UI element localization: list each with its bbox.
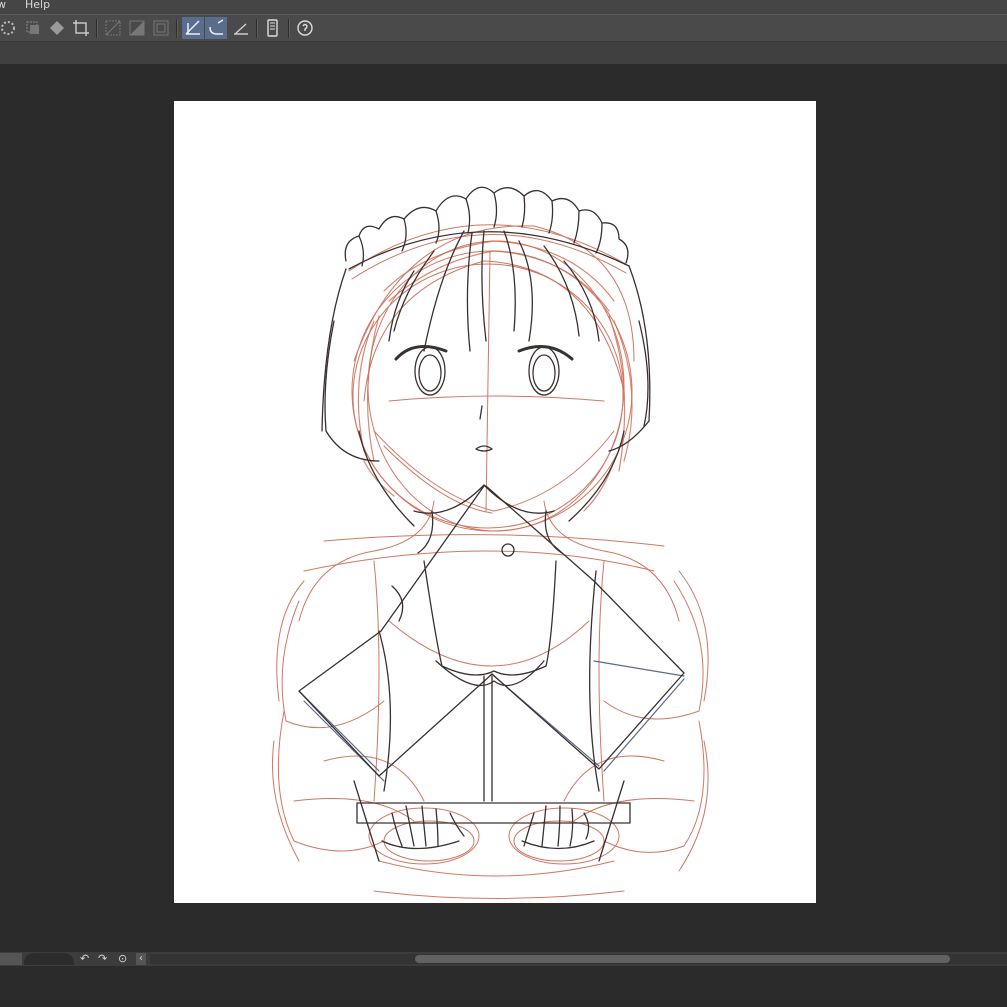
menu-item-window[interactable]: w: [0, 0, 6, 11]
cursor-marker: [501, 543, 515, 557]
help-icon[interactable]: [294, 17, 316, 39]
canvas-status-bar: ↶ ↷ ⊙ ‹: [0, 952, 1007, 966]
selection-spin-icon[interactable]: [0, 17, 19, 39]
command-toolbar: [0, 14, 1007, 42]
horizontal-scrollbar-thumb[interactable]: [415, 955, 950, 963]
collapse-arrow-icon[interactable]: ‹: [136, 953, 146, 965]
snap-special-ruler-icon[interactable]: [205, 17, 227, 39]
ruler-gradient-icon[interactable]: [126, 17, 148, 39]
navigator-thumbnail[interactable]: [24, 953, 74, 965]
drawing-canvas[interactable]: [174, 101, 816, 903]
toolbar-separator: [96, 19, 98, 38]
menu-bar: w Help: [0, 0, 1007, 14]
device-panel-icon[interactable]: [261, 17, 283, 39]
zoom-field[interactable]: [0, 953, 22, 965]
transform-crop-icon[interactable]: [70, 17, 92, 39]
reset-rotation-icon[interactable]: ⊙: [118, 953, 127, 965]
snap-ruler-icon[interactable]: [182, 17, 204, 39]
snap-grid-icon[interactable]: [230, 17, 252, 39]
line-art-layer: [298, 186, 685, 862]
rough-sketch-layer: [271, 224, 709, 899]
menu-item-help[interactable]: Help: [25, 0, 50, 11]
sketch-drawing: [271, 186, 709, 899]
rotate-right-icon[interactable]: ↷: [98, 953, 107, 965]
toolbar-separator: [176, 19, 178, 38]
rotate-left-icon[interactable]: ↶: [80, 953, 89, 965]
fill-bucket-icon[interactable]: [46, 17, 68, 39]
bottom-panel: [0, 966, 1007, 1007]
toolbar-separator: [256, 19, 258, 38]
tool-property-bar: [0, 42, 1007, 64]
ruler-grid-icon[interactable]: [102, 17, 124, 39]
hair-sketch-layer: [357, 240, 633, 512]
toolbar-separator: [288, 19, 290, 38]
canvas-workspace[interactable]: [0, 64, 1007, 952]
selection-layer-icon[interactable]: [22, 17, 44, 39]
ruler-frame-icon[interactable]: [150, 17, 172, 39]
